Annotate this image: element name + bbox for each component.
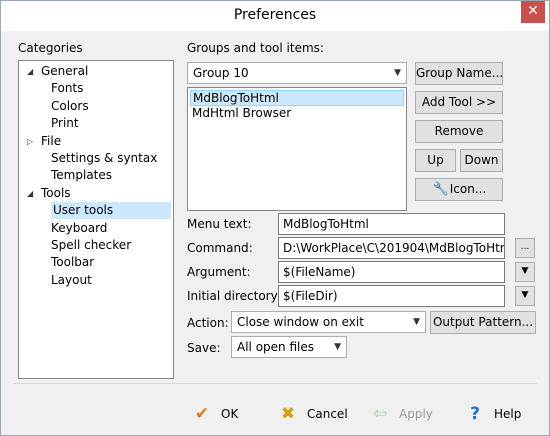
wrench-icon: 🔧: [432, 182, 449, 197]
up-button[interactable]: Up: [415, 149, 456, 172]
menu-text-label: Menu text:: [187, 217, 252, 231]
category-item-label: File: [41, 133, 62, 148]
category-item-label: Templates: [51, 168, 113, 183]
ok-button[interactable]: ✔ OK: [191, 400, 238, 426]
category-item-label: Colors: [51, 98, 89, 113]
initial-directory-menu-button[interactable]: ▼: [515, 286, 535, 306]
chevron-down-icon: ▼: [394, 68, 401, 78]
category-item[interactable]: Fonts: [51, 80, 83, 97]
category-item[interactable]: Colors: [51, 98, 89, 115]
browse-command-button[interactable]: ...: [515, 238, 535, 258]
category-item[interactable]: ◢ General: [23, 63, 88, 80]
category-item-label: Fonts: [51, 81, 84, 96]
add-tool-button[interactable]: Add Tool >>: [415, 91, 503, 114]
cancel-label: Cancel: [307, 406, 348, 421]
category-item[interactable]: ▷ File: [23, 133, 61, 150]
icon-button-label: Icon...: [449, 182, 487, 196]
apply-button[interactable]: ⇦ Apply: [369, 400, 433, 426]
help-icon: ?: [470, 403, 480, 424]
save-select-value: All open files: [237, 340, 314, 354]
expand-open-icon[interactable]: ◢: [27, 185, 33, 202]
category-item[interactable]: Settings & syntax: [51, 150, 157, 167]
category-item[interactable]: Spell checker: [51, 237, 131, 254]
expand-open-icon[interactable]: ◢: [27, 63, 33, 80]
triangle-down-icon: ▼: [521, 266, 529, 276]
argument-field[interactable]: $(FileName): [278, 261, 505, 283]
menu-text-field[interactable]: MdBlogToHtml: [278, 213, 505, 235]
group-select[interactable]: Group 10 ▼: [187, 62, 407, 84]
down-button[interactable]: Down: [460, 149, 503, 172]
category-item-label: Toolbar: [51, 255, 95, 270]
category-item-label: Settings & syntax: [51, 151, 158, 165]
category-item-label: Layout: [51, 272, 92, 287]
category-item[interactable]: Layout: [51, 272, 92, 289]
cancel-button[interactable]: ✖ Cancel: [277, 400, 348, 426]
checkmark-icon: ✔: [194, 403, 210, 424]
group-name-button[interactable]: Group Name...: [415, 62, 503, 85]
tool-items-list[interactable]: MdBlogToHtml MdHtml Browser: [187, 87, 407, 211]
argument-label: Argument:: [187, 265, 251, 279]
action-select[interactable]: Close window on exit ▼: [231, 311, 426, 333]
categories-tree[interactable]: ◢ General Fonts Colors Print ▷ File Settings & …: [18, 60, 174, 379]
category-item-label: Tools: [41, 185, 71, 200]
tool-item[interactable]: MdHtml Browser: [190, 105, 291, 121]
chevron-down-icon: ▼: [413, 317, 420, 327]
preferences-dialog: Preferences ✕ Categories ◢ General Fonts Co…: [0, 0, 550, 436]
help-label: Help: [494, 406, 522, 421]
initial-directory-field[interactable]: $(FileDir): [278, 285, 505, 307]
category-item-label: Spell checker: [51, 238, 132, 252]
category-item[interactable]: Toolbar: [51, 254, 94, 271]
footer-separator: [13, 383, 537, 384]
initial-directory-label: Initial directory:: [187, 289, 281, 303]
category-item[interactable]: User tools: [51, 202, 171, 220]
category-item[interactable]: ◢ Tools: [23, 185, 71, 202]
cancel-x-icon: ✖: [280, 403, 296, 424]
category-item-label: General: [41, 64, 89, 78]
close-window-button[interactable]: ✕: [521, 1, 545, 23]
tool-item[interactable]: MdBlogToHtml: [190, 90, 404, 106]
category-item[interactable]: Templates: [51, 167, 112, 184]
save-label: Save:: [187, 341, 221, 355]
help-button[interactable]: ? Help: [464, 400, 521, 426]
groups-header: Groups and tool items:: [187, 41, 324, 55]
category-item[interactable]: Print: [51, 115, 79, 132]
expand-collapsed-icon[interactable]: ▷: [27, 133, 33, 150]
action-select-value: Close window on exit: [237, 315, 364, 329]
window-title: Preferences: [233, 7, 317, 23]
chevron-down-icon: ▼: [334, 342, 341, 352]
title-bar: Preferences ✕: [1, 1, 549, 31]
triangle-down-icon: ▼: [521, 290, 529, 300]
output-pattern-button[interactable]: Output Pattern...: [430, 311, 536, 334]
category-item-label: Print: [51, 116, 79, 131]
command-label: Command:: [187, 241, 253, 255]
argument-menu-button[interactable]: ▼: [515, 262, 535, 282]
category-item-label: Keyboard: [51, 220, 108, 235]
remove-button[interactable]: Remove: [415, 120, 503, 143]
close-icon: ✕: [527, 3, 539, 19]
action-label: Action:: [187, 316, 229, 330]
ok-label: OK: [221, 406, 239, 421]
icon-button[interactable]: 🔧Icon...: [415, 178, 503, 201]
apply-arrow-icon: ⇦: [372, 403, 388, 424]
categories-header: Categories: [18, 41, 83, 55]
save-select[interactable]: All open files ▼: [231, 336, 347, 358]
command-field[interactable]: D:\WorkPlace\C\201904\MdBlogToHtml.exe: [278, 237, 505, 259]
category-item-label: User tools: [53, 203, 114, 218]
group-select-value: Group 10: [193, 66, 249, 80]
apply-label: Apply: [399, 406, 433, 421]
category-item[interactable]: Keyboard: [51, 220, 107, 237]
